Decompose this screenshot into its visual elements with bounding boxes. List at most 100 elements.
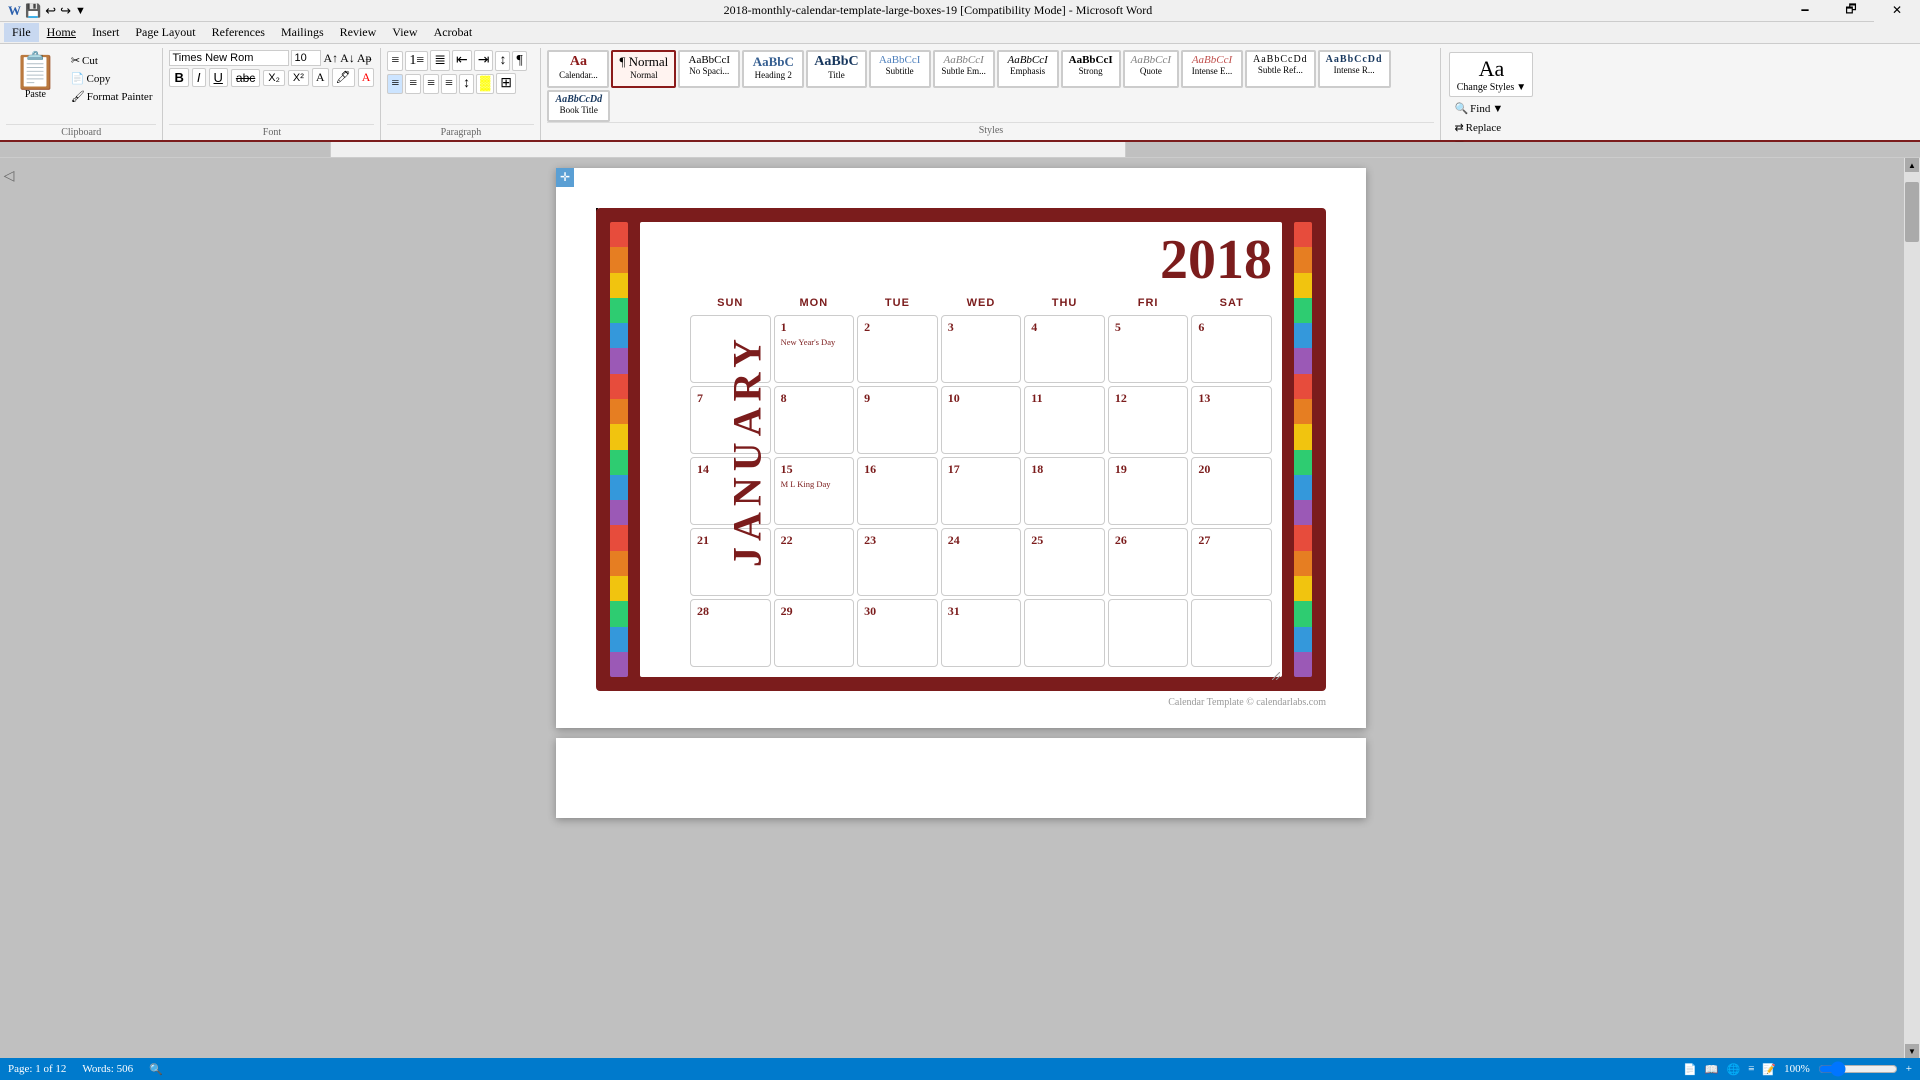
quick-save[interactable]: 💾 xyxy=(25,3,41,19)
copy-button[interactable]: 📄Copy xyxy=(67,70,157,87)
style-calendar[interactable]: Aa Calendar... xyxy=(547,50,609,88)
move-handle[interactable]: ✛ xyxy=(556,168,574,187)
day-cell: 20 xyxy=(1191,457,1272,525)
style-book-title[interactable]: AaBbCcDd Book Title xyxy=(547,90,610,123)
day-cell: 22 xyxy=(774,528,855,596)
style-strong[interactable]: AaBbCcI Strong xyxy=(1061,50,1121,88)
menu-mailings[interactable]: Mailings xyxy=(273,23,332,42)
grow-font-button[interactable]: A↑ xyxy=(323,51,338,66)
style-subtle-reference[interactable]: AaBbCcDd Subtle Ref... xyxy=(1245,50,1316,88)
paste-button[interactable]: 📋 Paste xyxy=(6,50,65,103)
menu-home[interactable]: Home xyxy=(39,23,84,42)
day-cell: 28 xyxy=(690,599,771,667)
style-subtle-emphasis[interactable]: AaBbCcI Subtle Em... xyxy=(933,50,995,88)
format-painter-button[interactable]: 🖌Format Painter xyxy=(67,88,157,105)
resize-handle[interactable] xyxy=(1272,667,1280,675)
multilevel-list-button[interactable]: ≣ xyxy=(430,50,450,71)
increase-indent-button[interactable]: ⇥ xyxy=(474,50,494,71)
view-reading[interactable]: 📖 xyxy=(1705,1063,1719,1076)
style-normal[interactable]: ¶ Normal Normal xyxy=(611,50,676,88)
style-heading2[interactable]: AaBbC Heading 2 xyxy=(742,50,804,88)
stripe-left xyxy=(610,222,628,677)
numbering-button[interactable]: 1≡ xyxy=(405,51,428,71)
font-color-button[interactable]: A xyxy=(358,68,375,87)
replace-button[interactable]: ⇄Replace xyxy=(1449,119,1533,136)
day-cell: 8 xyxy=(774,386,855,454)
shrink-font-button[interactable]: A↓ xyxy=(340,51,355,66)
menu-review[interactable]: Review xyxy=(332,23,385,42)
sort-button[interactable]: ↕ xyxy=(495,51,510,71)
style-title[interactable]: AaBbC Title xyxy=(806,50,866,88)
word-icon: W xyxy=(8,3,21,19)
day-cell: 2 xyxy=(857,315,938,383)
title-bar: W 💾 ↩ ↪ ▼ 2018-monthly-calendar-template… xyxy=(0,0,1920,22)
justify-button[interactable]: ≡ xyxy=(441,74,457,94)
view-web[interactable]: 🌐 xyxy=(1726,1063,1740,1076)
style-subtitle[interactable]: AaBbCcI Subtitle xyxy=(869,50,931,88)
maximize-button[interactable]: 🗗 xyxy=(1828,0,1874,22)
month-label: JANUARY xyxy=(723,333,770,567)
view-draft[interactable]: 📝 xyxy=(1762,1063,1776,1076)
style-intense-reference[interactable]: AaBbCcDd Intense R... xyxy=(1318,50,1391,88)
view-outline[interactable]: ≡ xyxy=(1748,1063,1754,1075)
zoom-level: 100% xyxy=(1784,1063,1810,1075)
style-emphasis[interactable]: AaBbCcI Emphasis xyxy=(997,50,1059,88)
find-button[interactable]: 🔍Find▼ xyxy=(1449,100,1533,117)
zoom-slider[interactable] xyxy=(1818,1062,1898,1076)
line-spacing-button[interactable]: ↕ xyxy=(459,74,474,94)
minimize-button[interactable]: 🗕 xyxy=(1782,0,1828,22)
day-cell: 17 xyxy=(941,457,1022,525)
day-cell: 30 xyxy=(857,599,938,667)
quick-redo[interactable]: ↪ xyxy=(60,3,71,19)
day-cell: 4 xyxy=(1024,315,1105,383)
bullets-button[interactable]: ≡ xyxy=(387,51,403,71)
menu-acrobat[interactable]: Acrobat xyxy=(426,23,481,42)
align-center-button[interactable]: ≡ xyxy=(405,74,421,94)
strikethrough-button[interactable]: abc xyxy=(231,69,260,87)
style-no-spacing[interactable]: AaBbCcI No Spaci... xyxy=(678,50,740,88)
decrease-indent-button[interactable]: ⇤ xyxy=(452,50,472,71)
menu-references[interactable]: References xyxy=(204,23,273,42)
subscript-button[interactable]: X₂ xyxy=(263,70,285,86)
font-size-input[interactable] xyxy=(291,50,321,66)
day-cell: 31 xyxy=(941,599,1022,667)
close-button[interactable]: ✕ xyxy=(1874,0,1920,22)
ribbon-paragraph-group: ≡ 1≡ ≣ ⇤ ⇥ ↕ ¶ ≡ ≡ ≡ ≡ ↕ ▓ ⊞ Paragraph xyxy=(381,48,541,140)
header-sat: SAT xyxy=(1191,294,1272,312)
superscript-button[interactable]: X² xyxy=(288,70,309,86)
style-intense-emphasis[interactable]: AaBbCcI Intense E... xyxy=(1181,50,1243,88)
quick-more[interactable]: ▼ xyxy=(75,5,86,17)
day-cell: 27 xyxy=(1191,528,1272,596)
menu-insert[interactable]: Insert xyxy=(84,23,127,42)
bold-button[interactable]: B xyxy=(169,68,188,87)
day-cell: 25 xyxy=(1024,528,1105,596)
change-styles-button[interactable]: Aa Change Styles ▼ xyxy=(1449,52,1533,97)
document-scroll-area[interactable]: ✛ xyxy=(18,158,1904,1058)
clipboard-label: Clipboard xyxy=(6,124,156,138)
document-page-2 xyxy=(556,738,1366,818)
font-name-input[interactable] xyxy=(169,50,289,66)
menu-page-layout[interactable]: Page Layout xyxy=(127,23,203,42)
text-effects-button[interactable]: A xyxy=(312,68,329,87)
view-print[interactable]: 📄 xyxy=(1683,1063,1697,1076)
align-right-button[interactable]: ≡ xyxy=(423,74,439,94)
underline-button[interactable]: U xyxy=(209,68,228,87)
show-formatting-button[interactable]: ¶ xyxy=(512,51,526,71)
cut-button[interactable]: ✂Cut xyxy=(67,52,157,69)
menu-view[interactable]: View xyxy=(384,23,425,42)
day-cell: 6 xyxy=(1191,315,1272,383)
header-sun: SUN xyxy=(690,294,771,312)
clear-format-button[interactable]: Aᵽ xyxy=(357,51,372,66)
shading-button[interactable]: ▓ xyxy=(476,74,494,94)
style-quote[interactable]: AaBbCcI Quote xyxy=(1123,50,1179,88)
text-highlight-button[interactable]: 🖊 xyxy=(332,68,355,87)
align-left-button[interactable]: ≡ xyxy=(387,74,403,94)
zoom-in[interactable]: + xyxy=(1906,1063,1912,1075)
borders-button[interactable]: ⊞ xyxy=(496,73,516,94)
italic-button[interactable]: I xyxy=(192,68,206,87)
day-cell: 12 xyxy=(1108,386,1189,454)
quick-undo[interactable]: ↩ xyxy=(45,3,56,19)
day-cell: 26 xyxy=(1108,528,1189,596)
scrollbar-vertical[interactable]: ▲ ▼ xyxy=(1904,158,1920,1058)
menu-file[interactable]: File xyxy=(4,23,39,42)
